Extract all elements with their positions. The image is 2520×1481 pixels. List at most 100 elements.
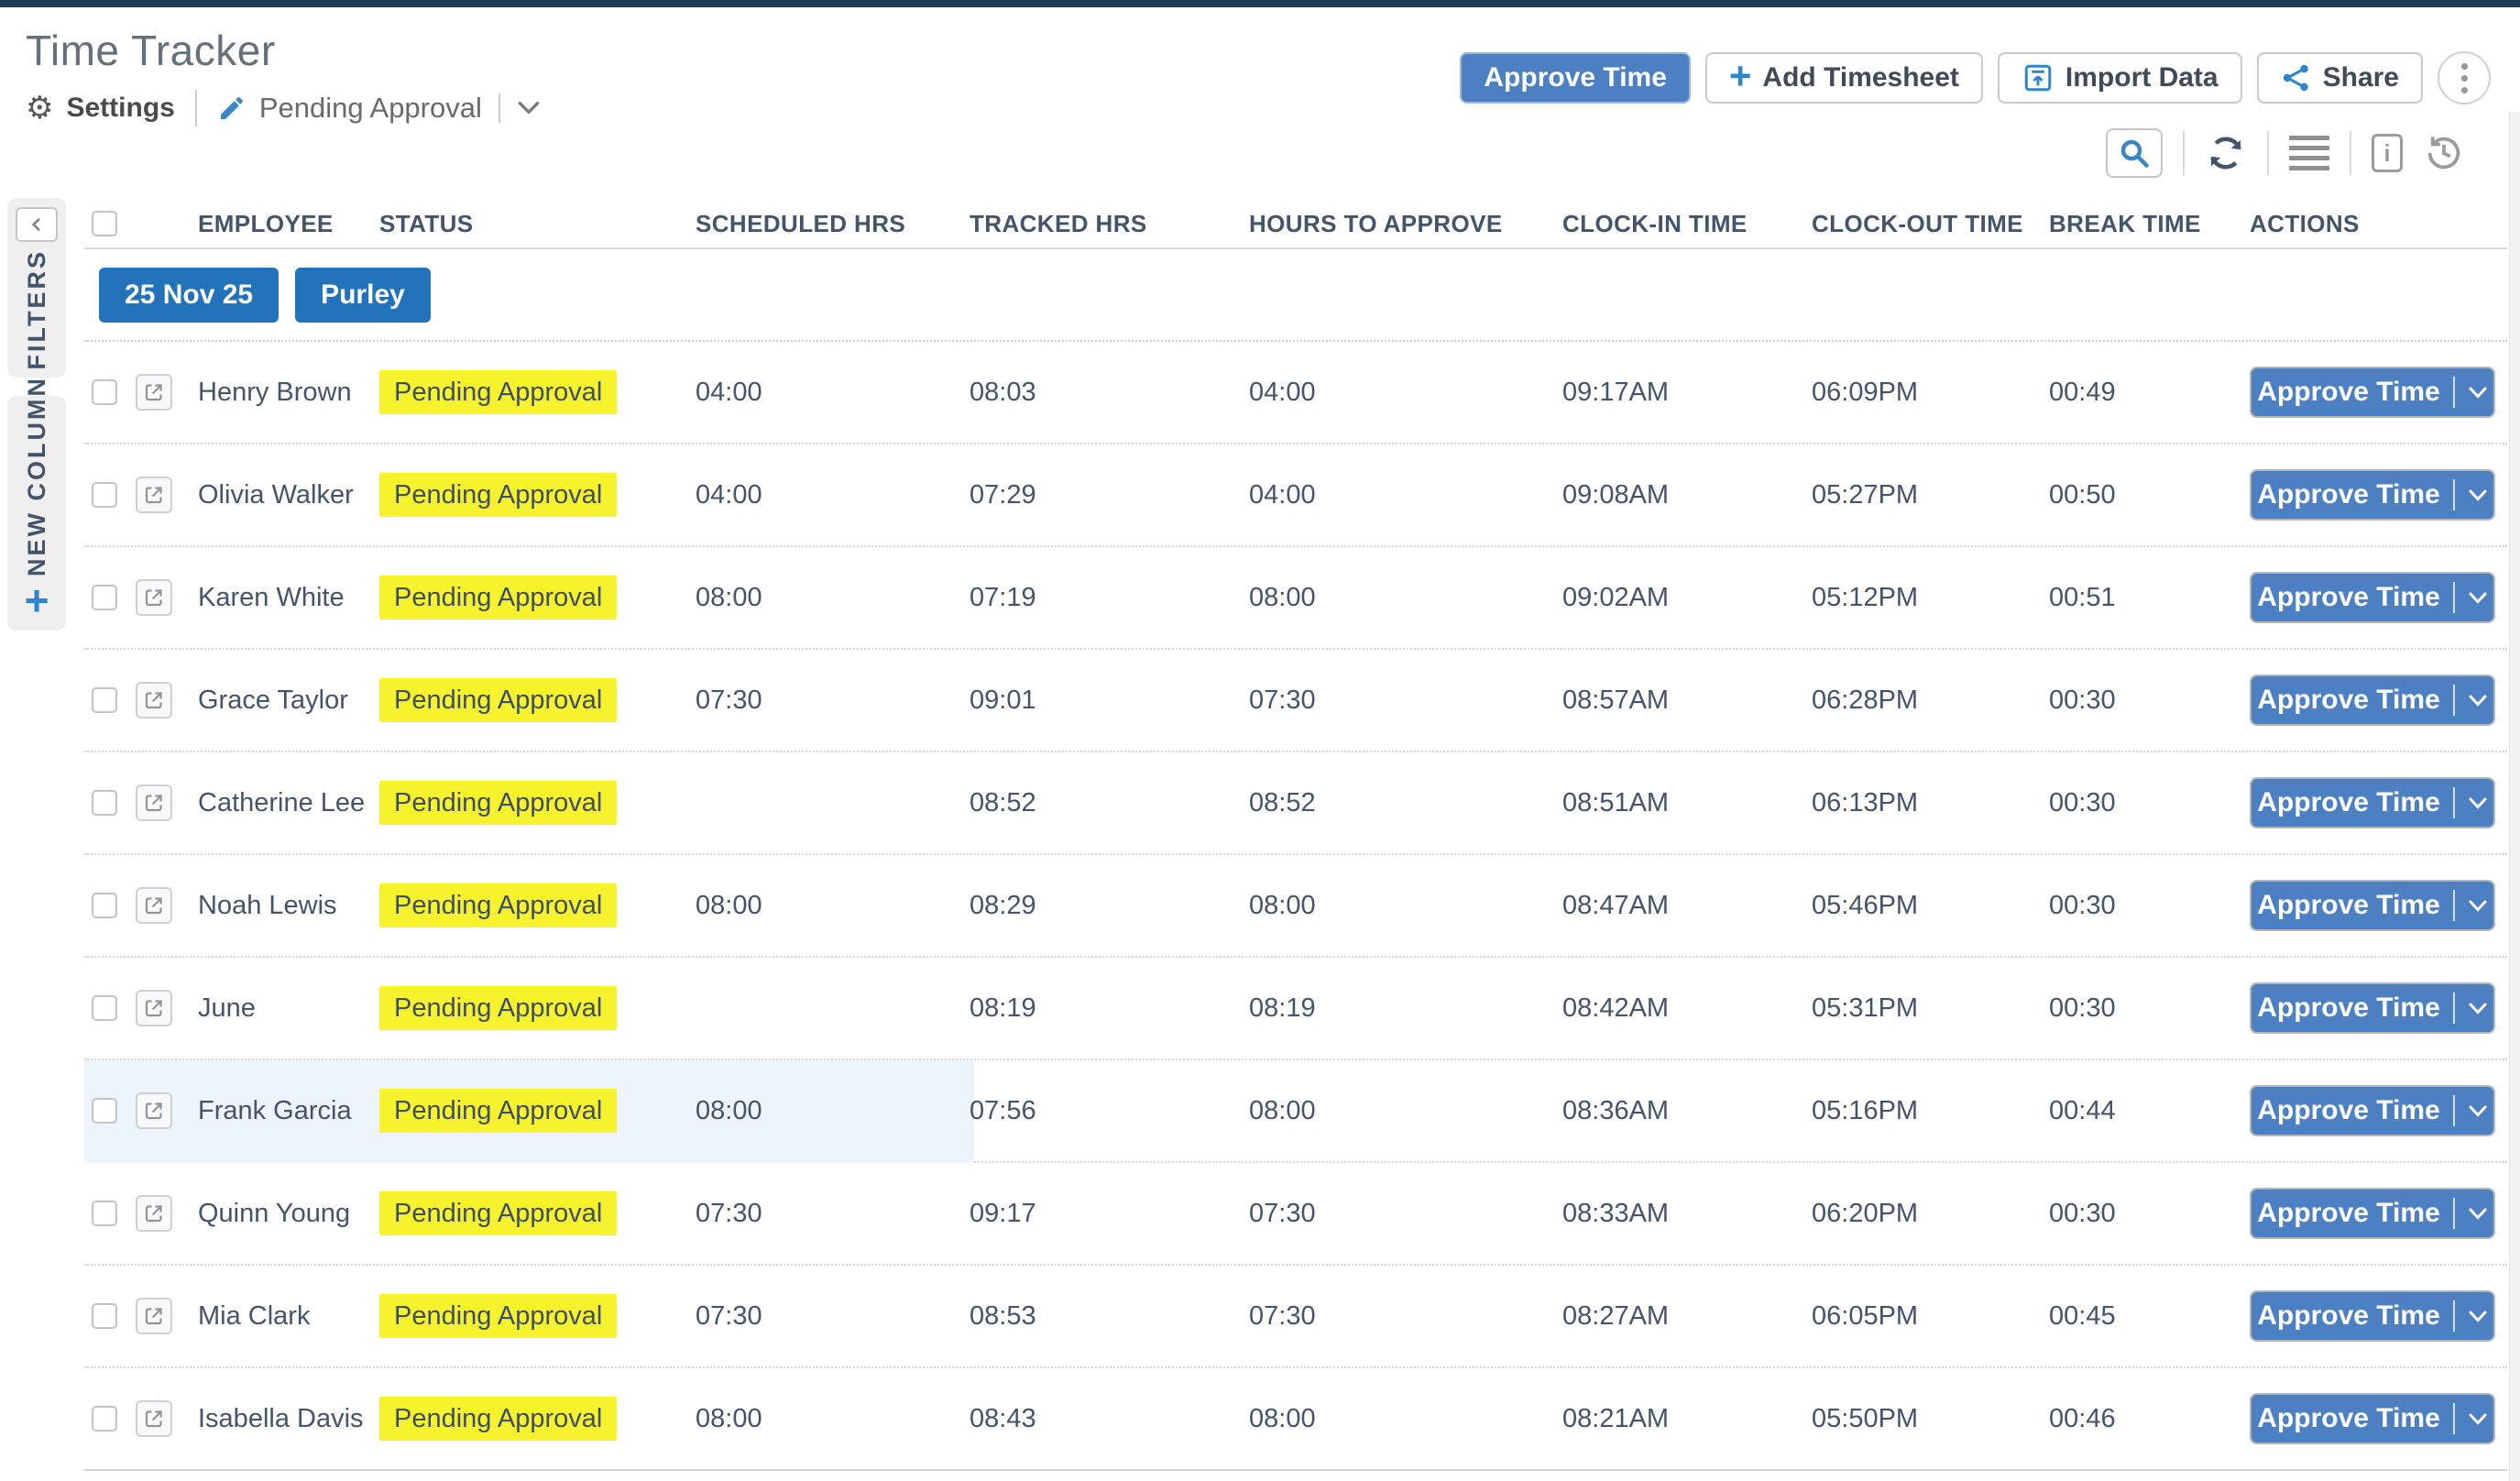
scheduled-hrs-value: 08:00 bbox=[696, 583, 970, 613]
status-badge: Pending Approval bbox=[379, 781, 617, 825]
column-header-status[interactable]: STATUS bbox=[379, 210, 696, 238]
employee-name: Isabella Davis bbox=[198, 1404, 379, 1434]
chevron-down-icon[interactable] bbox=[2468, 1310, 2488, 1323]
clock-out-value: 06:13PM bbox=[1812, 788, 2049, 818]
approve-time-split-button[interactable]: Approve Time bbox=[2250, 1290, 2495, 1342]
status-badge: Pending Approval bbox=[379, 473, 617, 517]
hours-to-approve-value: 08:52 bbox=[1249, 788, 1562, 818]
new-column-tab[interactable]: NEW COLUMN + bbox=[7, 396, 66, 631]
column-header-clock-out-time[interactable]: CLOCK-OUT TIME bbox=[1812, 210, 2049, 238]
add-timesheet-button[interactable]: + Add Timesheet bbox=[1705, 52, 1983, 104]
chevron-down-icon[interactable] bbox=[2468, 694, 2488, 708]
plus-icon: + bbox=[25, 584, 49, 618]
open-record-icon[interactable] bbox=[136, 682, 172, 719]
row-checkbox[interactable] bbox=[92, 790, 117, 816]
open-record-icon[interactable] bbox=[136, 374, 172, 411]
approve-time-split-button[interactable]: Approve Time bbox=[2250, 367, 2495, 418]
view-selector-label[interactable]: Pending Approval bbox=[259, 92, 482, 125]
info-icon[interactable]: i bbox=[2372, 134, 2403, 172]
row-checkbox[interactable] bbox=[92, 1098, 117, 1124]
divider bbox=[2453, 890, 2455, 921]
row-checkbox[interactable] bbox=[92, 482, 117, 508]
open-record-icon[interactable] bbox=[136, 784, 172, 821]
column-header-hours-to-approve[interactable]: HOURS TO APPROVE bbox=[1249, 210, 1562, 238]
divider bbox=[2453, 582, 2455, 613]
clock-in-value: 09:02AM bbox=[1562, 583, 1812, 613]
table-row: Karen White Pending Approval 08:00 07:19… bbox=[84, 547, 2507, 650]
divider bbox=[2453, 685, 2455, 716]
approve-time-label: Approve Time bbox=[2257, 685, 2440, 716]
clock-out-value: 05:12PM bbox=[1812, 583, 2049, 613]
column-header-break-time[interactable]: BREAK TIME bbox=[2049, 210, 2250, 238]
column-header-tracked-hrs[interactable]: TRACKED HRS bbox=[970, 210, 1249, 238]
clock-in-value: 08:57AM bbox=[1562, 686, 1812, 716]
chevron-down-icon[interactable] bbox=[2468, 1207, 2488, 1221]
employee-name: Noah Lewis bbox=[198, 891, 379, 921]
column-header-scheduled-hrs[interactable]: SCHEDULED HRS bbox=[696, 210, 970, 238]
divider bbox=[195, 90, 197, 126]
break-time-value: 00:30 bbox=[2049, 686, 2250, 716]
settings-link[interactable]: Settings bbox=[66, 93, 174, 124]
chevron-down-icon[interactable] bbox=[2468, 1412, 2488, 1426]
chevron-down-icon[interactable] bbox=[2468, 796, 2488, 810]
divider bbox=[2453, 1300, 2455, 1332]
approve-time-split-button[interactable]: Approve Time bbox=[2250, 1393, 2495, 1444]
top-accent-bar bbox=[0, 0, 2520, 7]
collapse-chevron-icon[interactable] bbox=[16, 207, 58, 242]
chevron-down-icon[interactable] bbox=[2468, 386, 2488, 400]
filter-chip-location[interactable]: Purley bbox=[295, 268, 431, 323]
select-all-checkbox[interactable] bbox=[92, 211, 117, 236]
row-checkbox[interactable] bbox=[92, 379, 117, 405]
more-options-button[interactable] bbox=[2438, 51, 2491, 104]
refresh-icon[interactable] bbox=[2205, 132, 2247, 174]
chevron-down-icon[interactable] bbox=[517, 100, 541, 116]
table-row: Frank Garcia Pending Approval 08:00 07:5… bbox=[84, 1060, 2507, 1163]
chevron-down-icon[interactable] bbox=[2468, 899, 2488, 913]
row-checkbox[interactable] bbox=[92, 893, 117, 918]
row-checkbox[interactable] bbox=[92, 687, 117, 713]
approve-time-button[interactable]: Approve Time bbox=[1460, 52, 1691, 104]
chevron-down-icon[interactable] bbox=[2468, 1104, 2488, 1118]
approve-time-split-button[interactable]: Approve Time bbox=[2250, 880, 2495, 931]
status-badge: Pending Approval bbox=[379, 370, 617, 414]
scrollbar-track[interactable] bbox=[2509, 112, 2520, 1481]
approve-time-split-button[interactable]: Approve Time bbox=[2250, 675, 2495, 726]
import-data-button[interactable]: Import Data bbox=[1998, 52, 2242, 104]
menu-icon[interactable] bbox=[2289, 136, 2329, 170]
filter-chip-date[interactable]: 25 Nov 25 bbox=[99, 268, 279, 323]
chevron-down-icon[interactable] bbox=[2468, 591, 2488, 605]
approve-time-split-button[interactable]: Approve Time bbox=[2250, 1188, 2495, 1239]
row-checkbox[interactable] bbox=[92, 1303, 117, 1329]
chevron-down-icon[interactable] bbox=[2468, 488, 2488, 502]
chevron-down-icon[interactable] bbox=[2468, 1002, 2488, 1015]
row-checkbox[interactable] bbox=[92, 1406, 117, 1432]
open-record-icon[interactable] bbox=[136, 1195, 172, 1232]
open-record-icon[interactable] bbox=[136, 990, 172, 1026]
hours-to-approve-value: 08:00 bbox=[1249, 1096, 1562, 1126]
row-checkbox[interactable] bbox=[92, 585, 117, 610]
approve-time-split-button[interactable]: Approve Time bbox=[2250, 572, 2495, 623]
table-row: Quinn Young Pending Approval 07:30 09:17… bbox=[84, 1163, 2507, 1266]
row-checkbox[interactable] bbox=[92, 1201, 117, 1226]
approve-time-split-button[interactable]: Approve Time bbox=[2250, 982, 2495, 1034]
column-header-clock-in-time[interactable]: CLOCK-IN TIME bbox=[1562, 210, 1812, 238]
approve-time-split-button[interactable]: Approve Time bbox=[2250, 777, 2495, 828]
new-column-tab-label: NEW COLUMN bbox=[23, 376, 51, 576]
open-record-icon[interactable] bbox=[136, 477, 172, 513]
column-header-employee[interactable]: EMPLOYEE bbox=[198, 210, 379, 238]
employee-name: Quinn Young bbox=[198, 1199, 379, 1229]
share-button[interactable]: Share bbox=[2257, 52, 2423, 104]
search-icon[interactable] bbox=[2106, 128, 2163, 178]
open-record-icon[interactable] bbox=[136, 1298, 172, 1334]
filters-panel-tab[interactable]: FILTERS bbox=[7, 198, 66, 378]
open-record-icon[interactable] bbox=[136, 579, 172, 616]
open-record-icon[interactable] bbox=[136, 1400, 172, 1437]
history-icon[interactable] bbox=[2423, 132, 2465, 174]
clock-in-value: 09:17AM bbox=[1562, 378, 1812, 408]
clock-out-value: 06:05PM bbox=[1812, 1301, 2049, 1332]
open-record-icon[interactable] bbox=[136, 887, 172, 924]
approve-time-split-button[interactable]: Approve Time bbox=[2250, 1085, 2495, 1136]
open-record-icon[interactable] bbox=[136, 1092, 172, 1129]
approve-time-split-button[interactable]: Approve Time bbox=[2250, 469, 2495, 521]
row-checkbox[interactable] bbox=[92, 995, 117, 1021]
